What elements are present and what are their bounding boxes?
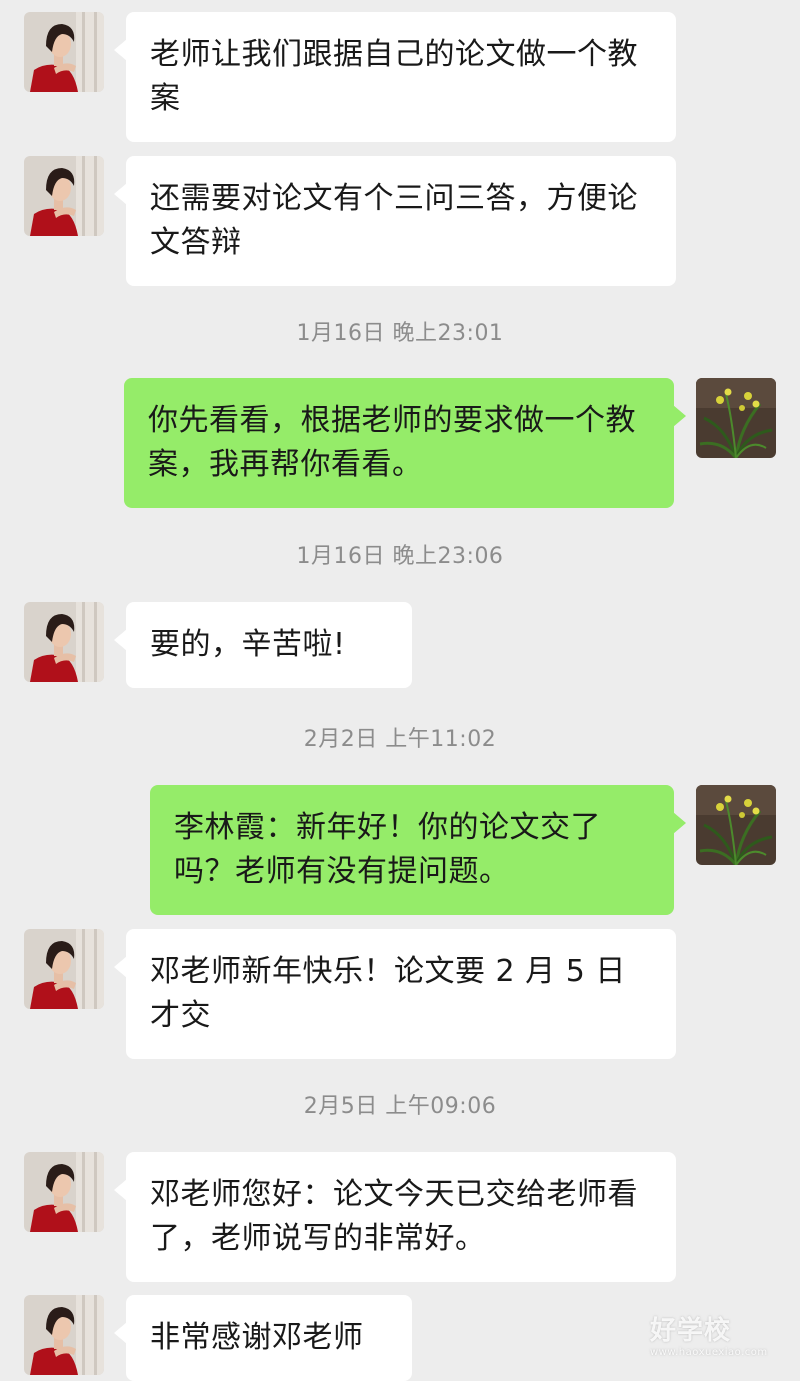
incoming-message-bubble[interactable]: 还需要对论文有个三问三答，方便论文答辩 — [114, 156, 676, 286]
message-text: 老师让我们跟据自己的论文做一个教案 — [150, 37, 638, 116]
orchid-plant-icon — [696, 785, 776, 865]
watermark-url: www.haoxuexiao.com — [650, 1347, 768, 1358]
contact-avatar[interactable] — [24, 602, 104, 682]
woman-portrait-icon — [24, 602, 104, 682]
contact-avatar[interactable] — [24, 156, 104, 236]
message-text: 要的，辛苦啦! — [150, 627, 346, 662]
outgoing-message-bubble[interactable]: 李林霞：新年好！你的论文交了吗？老师有没有提问题。 — [150, 785, 686, 915]
orchid-plant-icon — [696, 378, 776, 458]
contact-avatar[interactable] — [24, 1152, 104, 1232]
incoming-message-bubble[interactable]: 非常感谢邓老师 — [114, 1295, 412, 1381]
message-text: 李林霞：新年好！你的论文交了吗？老师有没有提问题。 — [174, 810, 601, 889]
message-text: 邓老师新年快乐！论文要 2 月 5 日才交 — [150, 954, 626, 1033]
incoming-message-bubble[interactable]: 要的，辛苦啦! — [114, 602, 412, 688]
message-text: 你先看看，根据老师的要求做一个教案，我再帮你看看。 — [148, 403, 636, 482]
woman-portrait-icon — [24, 156, 104, 236]
message-text: 非常感谢邓老师 — [150, 1320, 364, 1355]
incoming-message-bubble[interactable]: 邓老师您好：论文今天已交给老师看了，老师说写的非常好。 — [114, 1152, 676, 1282]
incoming-message-bubble[interactable]: 老师让我们跟据自己的论文做一个教案 — [114, 12, 676, 142]
my-avatar[interactable] — [696, 785, 776, 865]
message-timestamp: 1月16日 晚上23:01 — [296, 321, 504, 346]
incoming-message-bubble[interactable]: 邓老师新年快乐！论文要 2 月 5 日才交 — [114, 929, 676, 1059]
contact-avatar[interactable] — [24, 12, 104, 92]
my-avatar[interactable] — [696, 378, 776, 458]
outgoing-message-bubble[interactable]: 你先看看，根据老师的要求做一个教案，我再帮你看看。 — [124, 378, 686, 508]
watermark-logo: 好学校 — [650, 1316, 732, 1346]
woman-portrait-icon — [24, 12, 104, 92]
message-timestamp: 2月5日 上午09:06 — [303, 1094, 497, 1119]
contact-avatar[interactable] — [24, 1295, 104, 1375]
message-text: 邓老师您好：论文今天已交给老师看了，老师说写的非常好。 — [150, 1177, 638, 1256]
message-text: 还需要对论文有个三问三答，方便论文答辩 — [150, 181, 638, 260]
site-watermark: 好学校 www.haoxuexiao.com — [650, 1310, 780, 1358]
woman-portrait-icon — [24, 1295, 104, 1375]
message-timestamp: 2月2日 上午11:02 — [303, 727, 497, 752]
woman-portrait-icon — [24, 1152, 104, 1232]
message-timestamp: 1月16日 晚上23:06 — [296, 544, 504, 569]
woman-portrait-icon — [24, 929, 104, 1009]
contact-avatar[interactable] — [24, 929, 104, 1009]
